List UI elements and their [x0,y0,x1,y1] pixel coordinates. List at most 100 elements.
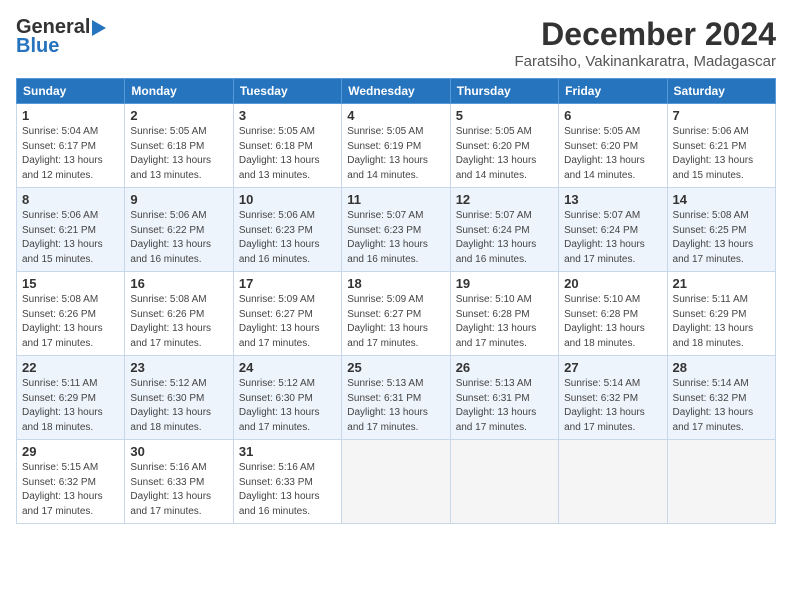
day-info: Sunrise: 5:05 AM Sunset: 6:18 PM Dayligh… [239,125,336,183]
day-info: Sunrise: 5:12 AM Sunset: 6:30 PM Dayligh… [130,377,227,435]
calendar-cell: 16 Sunrise: 5:08 AM Sunset: 6:26 PM Dayli… [125,272,233,356]
day-number: 13 [564,192,661,207]
week-row-2: 8 Sunrise: 5:06 AM Sunset: 6:21 PM Daylig… [17,188,776,272]
day-info: Sunrise: 5:07 AM Sunset: 6:23 PM Dayligh… [347,209,444,267]
weekday-header-row: SundayMondayTuesdayWednesdayThursdayFrid… [17,79,776,104]
day-info: Sunrise: 5:06 AM Sunset: 6:21 PM Dayligh… [673,125,770,183]
weekday-sunday: Sunday [17,79,125,104]
week-row-5: 29 Sunrise: 5:15 AM Sunset: 6:32 PM Dayli… [17,440,776,524]
day-number: 18 [347,276,444,291]
calendar-cell: 23 Sunrise: 5:12 AM Sunset: 6:30 PM Dayli… [125,356,233,440]
calendar-cell [450,440,558,524]
day-info: Sunrise: 5:14 AM Sunset: 6:32 PM Dayligh… [673,377,770,435]
day-number: 3 [239,108,336,123]
day-number: 4 [347,108,444,123]
calendar-cell: 22 Sunrise: 5:11 AM Sunset: 6:29 PM Dayli… [17,356,125,440]
calendar-cell [667,440,775,524]
calendar-cell: 8 Sunrise: 5:06 AM Sunset: 6:21 PM Daylig… [17,188,125,272]
day-info: Sunrise: 5:08 AM Sunset: 6:25 PM Dayligh… [673,209,770,267]
day-info: Sunrise: 5:13 AM Sunset: 6:31 PM Dayligh… [347,377,444,435]
calendar-cell: 24 Sunrise: 5:12 AM Sunset: 6:30 PM Dayli… [233,356,341,440]
calendar-cell: 20 Sunrise: 5:10 AM Sunset: 6:28 PM Dayli… [559,272,667,356]
calendar-cell: 19 Sunrise: 5:10 AM Sunset: 6:28 PM Dayli… [450,272,558,356]
day-info: Sunrise: 5:14 AM Sunset: 6:32 PM Dayligh… [564,377,661,435]
day-info: Sunrise: 5:11 AM Sunset: 6:29 PM Dayligh… [673,293,770,351]
day-info: Sunrise: 5:06 AM Sunset: 6:22 PM Dayligh… [130,209,227,267]
calendar-cell [342,440,450,524]
day-number: 15 [22,276,119,291]
day-info: Sunrise: 5:09 AM Sunset: 6:27 PM Dayligh… [347,293,444,351]
day-number: 22 [22,360,119,375]
day-info: Sunrise: 5:13 AM Sunset: 6:31 PM Dayligh… [456,377,553,435]
weekday-friday: Friday [559,79,667,104]
day-number: 29 [22,444,119,459]
day-info: Sunrise: 5:08 AM Sunset: 6:26 PM Dayligh… [130,293,227,351]
day-number: 10 [239,192,336,207]
month-title: December 2024 [514,16,776,53]
day-number: 25 [347,360,444,375]
title-area: December 2024 Faratsiho, Vakinankaratra,… [514,16,776,70]
day-info: Sunrise: 5:15 AM Sunset: 6:32 PM Dayligh… [22,461,119,519]
day-number: 20 [564,276,661,291]
calendar-cell: 4Sunrise: 5:05 AM Sunset: 6:19 PM Daylig… [342,104,450,188]
calendar-cell: 12 Sunrise: 5:07 AM Sunset: 6:24 PM Dayli… [450,188,558,272]
day-number: 16 [130,276,227,291]
day-number: 23 [130,360,227,375]
day-info: Sunrise: 5:08 AM Sunset: 6:26 PM Dayligh… [22,293,119,351]
weekday-wednesday: Wednesday [342,79,450,104]
day-number: 17 [239,276,336,291]
day-info: Sunrise: 5:16 AM Sunset: 6:33 PM Dayligh… [130,461,227,519]
day-info: Sunrise: 5:10 AM Sunset: 6:28 PM Dayligh… [564,293,661,351]
calendar-table: SundayMondayTuesdayWednesdayThursdayFrid… [16,78,776,524]
day-number: 19 [456,276,553,291]
calendar-cell: 26 Sunrise: 5:13 AM Sunset: 6:31 PM Dayli… [450,356,558,440]
calendar-cell: 27 Sunrise: 5:14 AM Sunset: 6:32 PM Dayli… [559,356,667,440]
day-info: Sunrise: 5:07 AM Sunset: 6:24 PM Dayligh… [456,209,553,267]
weekday-tuesday: Tuesday [233,79,341,104]
day-info: Sunrise: 5:05 AM Sunset: 6:20 PM Dayligh… [456,125,553,183]
day-number: 12 [456,192,553,207]
day-number: 31 [239,444,336,459]
day-number: 27 [564,360,661,375]
calendar-cell: 31 Sunrise: 5:16 AM Sunset: 6:33 PM Dayli… [233,440,341,524]
logo-arrow-icon [92,20,106,36]
day-number: 8 [22,192,119,207]
calendar-cell: 14Sunrise: 5:08 AM Sunset: 6:25 PM Dayli… [667,188,775,272]
day-info: Sunrise: 5:04 AM Sunset: 6:17 PM Dayligh… [22,125,119,183]
day-info: Sunrise: 5:12 AM Sunset: 6:30 PM Dayligh… [239,377,336,435]
day-info: Sunrise: 5:11 AM Sunset: 6:29 PM Dayligh… [22,377,119,435]
weekday-thursday: Thursday [450,79,558,104]
day-info: Sunrise: 5:16 AM Sunset: 6:33 PM Dayligh… [239,461,336,519]
calendar-cell: 25 Sunrise: 5:13 AM Sunset: 6:31 PM Dayli… [342,356,450,440]
weekday-saturday: Saturday [667,79,775,104]
weekday-monday: Monday [125,79,233,104]
calendar-cell: 18 Sunrise: 5:09 AM Sunset: 6:27 PM Dayli… [342,272,450,356]
day-info: Sunrise: 5:06 AM Sunset: 6:21 PM Dayligh… [22,209,119,267]
day-info: Sunrise: 5:09 AM Sunset: 6:27 PM Dayligh… [239,293,336,351]
day-number: 21 [673,276,770,291]
logo-blue-text: Blue [16,35,59,58]
header: General Blue December 2024 Faratsiho, Va… [16,16,776,70]
calendar-cell: 6 Sunrise: 5:05 AM Sunset: 6:20 PM Daylig… [559,104,667,188]
day-number: 6 [564,108,661,123]
day-info: Sunrise: 5:05 AM Sunset: 6:18 PM Dayligh… [130,125,227,183]
day-number: 7 [673,108,770,123]
day-info: Sunrise: 5:05 AM Sunset: 6:20 PM Dayligh… [564,125,661,183]
week-row-3: 15 Sunrise: 5:08 AM Sunset: 6:26 PM Dayli… [17,272,776,356]
calendar-cell: 15 Sunrise: 5:08 AM Sunset: 6:26 PM Dayli… [17,272,125,356]
calendar-cell: 5 Sunrise: 5:05 AM Sunset: 6:20 PM Daylig… [450,104,558,188]
day-number: 24 [239,360,336,375]
calendar-cell: 9Sunrise: 5:06 AM Sunset: 6:22 PM Daylig… [125,188,233,272]
day-number: 1 [22,108,119,123]
calendar-cell: 17 Sunrise: 5:09 AM Sunset: 6:27 PM Dayli… [233,272,341,356]
day-number: 5 [456,108,553,123]
day-number: 26 [456,360,553,375]
day-info: Sunrise: 5:10 AM Sunset: 6:28 PM Dayligh… [456,293,553,351]
calendar-cell: 11Sunrise: 5:07 AM Sunset: 6:23 PM Dayli… [342,188,450,272]
calendar-cell: 1 Sunrise: 5:04 AM Sunset: 6:17 PM Daylig… [17,104,125,188]
calendar-cell: 30Sunrise: 5:16 AM Sunset: 6:33 PM Dayli… [125,440,233,524]
calendar-cell: 7 Sunrise: 5:06 AM Sunset: 6:21 PM Daylig… [667,104,775,188]
calendar-cell [559,440,667,524]
calendar-cell: 21 Sunrise: 5:11 AM Sunset: 6:29 PM Dayli… [667,272,775,356]
day-number: 28 [673,360,770,375]
